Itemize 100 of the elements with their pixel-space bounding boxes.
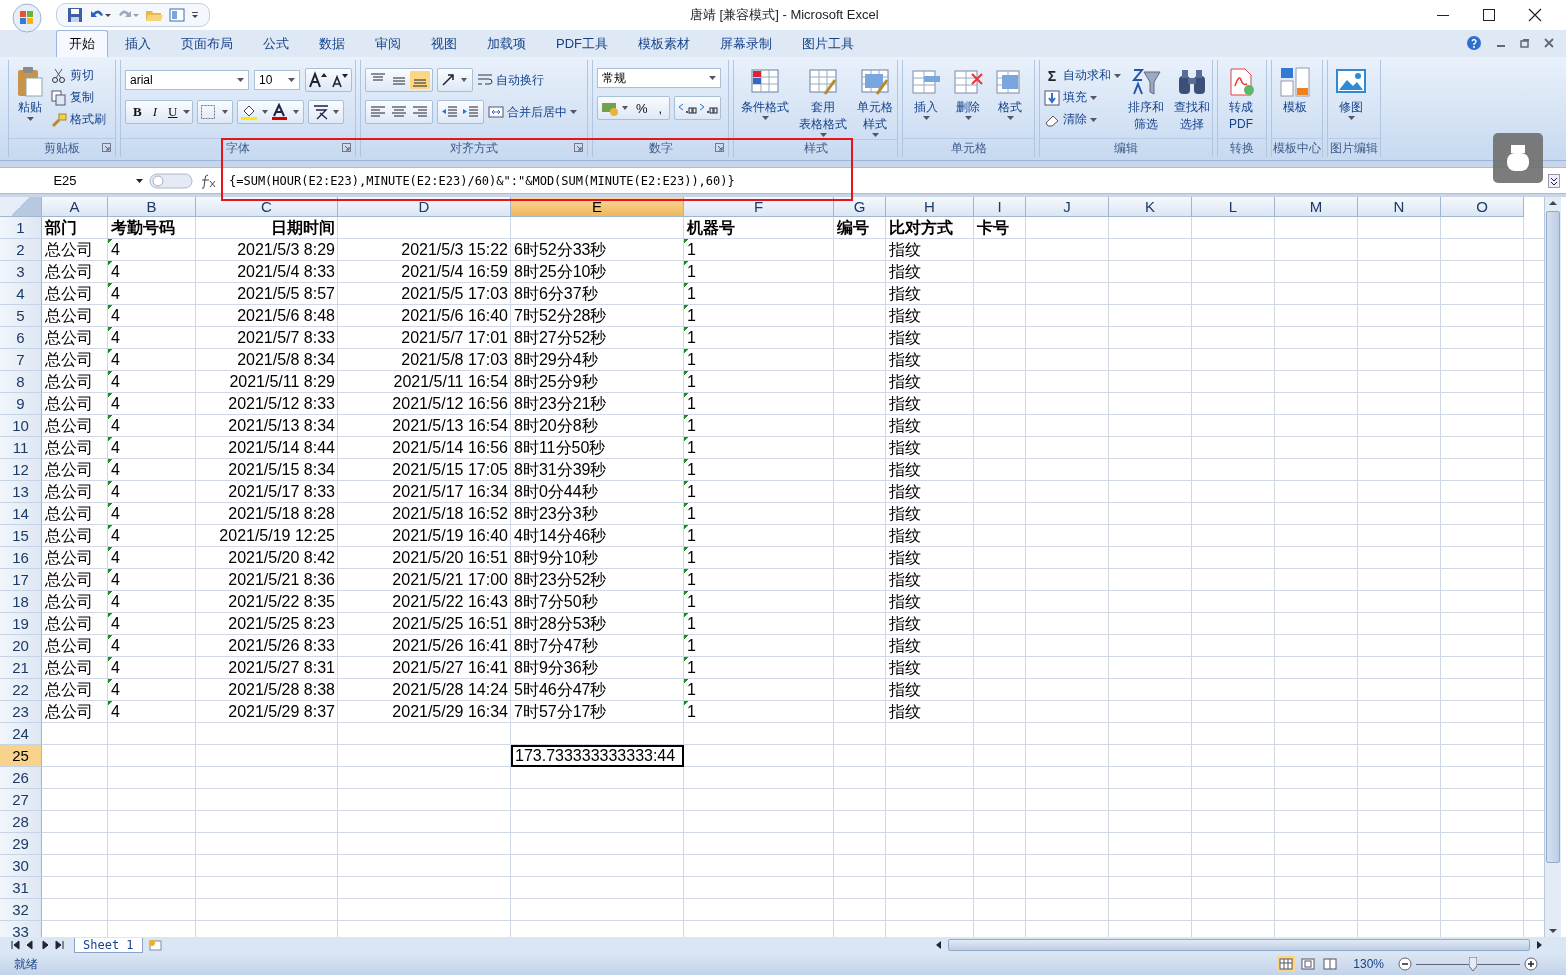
horizontal-scrollbar[interactable] — [934, 939, 1544, 951]
font-grow-icon[interactable] — [308, 71, 328, 89]
ribbon-small-button[interactable]: 填充 — [1044, 88, 1121, 107]
row-header[interactable]: 22 — [0, 679, 42, 701]
ribbon-tab[interactable]: 视图 — [418, 30, 470, 57]
ribbon-large-button[interactable]: 排序和 筛选 — [1125, 64, 1167, 134]
zoom-out-icon[interactable] — [1398, 957, 1412, 971]
phonetic-guide-icon[interactable] — [311, 103, 342, 121]
column-header[interactable]: O — [1441, 197, 1524, 217]
format-button[interactable]: U — [163, 102, 183, 122]
column-header[interactable]: K — [1109, 197, 1192, 217]
align-bottom-icon[interactable] — [410, 71, 430, 89]
zoom-in-icon[interactable] — [1524, 957, 1538, 971]
picture-edit-button[interactable]: 修图 — [1332, 64, 1370, 122]
active-cell[interactable]: 173.733333333333:44 — [511, 745, 684, 767]
row-header[interactable]: 2 — [0, 239, 42, 261]
font-size-field[interactable]: 10 — [254, 70, 300, 90]
expand-icon[interactable] — [1548, 173, 1560, 188]
page-break-icon[interactable] — [1321, 956, 1340, 972]
scroll-right-icon[interactable] — [1534, 940, 1544, 950]
ribbon-tab[interactable]: 屏幕录制 — [707, 30, 785, 57]
row-header[interactable]: 31 — [0, 877, 42, 899]
dialog-launcher-icon[interactable] — [574, 143, 583, 152]
column-header[interactable]: F — [684, 197, 834, 217]
maximize-icon[interactable] — [1482, 8, 1496, 22]
row-header[interactable]: 25 — [0, 745, 42, 767]
column-header[interactable]: L — [1192, 197, 1275, 217]
row-header[interactable]: 19 — [0, 613, 42, 635]
row-header[interactable]: 17 — [0, 569, 42, 591]
row-header[interactable]: 11 — [0, 437, 42, 459]
row-header[interactable]: 29 — [0, 833, 42, 855]
ribbon-tab[interactable]: 开始 — [56, 30, 108, 57]
row-header[interactable]: 24 — [0, 723, 42, 745]
ribbon-large-button[interactable]: 删除 — [949, 64, 987, 122]
close-icon[interactable] — [1528, 8, 1542, 22]
template-button[interactable]: 模板 — [1276, 64, 1314, 117]
paste-button[interactable]: 粘贴 — [13, 64, 47, 123]
column-header[interactable]: D — [338, 197, 511, 217]
ribbon-tab[interactable]: 图片工具 — [789, 30, 867, 57]
row-header[interactable]: 28 — [0, 811, 42, 833]
ribbon-large-button[interactable]: 条件格式 — [738, 64, 792, 122]
column-header[interactable]: G — [834, 197, 886, 217]
customize-caret-icon[interactable] — [191, 10, 199, 20]
format-button[interactable]: B — [128, 102, 147, 122]
column-header[interactable]: I — [974, 197, 1026, 217]
row-header[interactable]: 4 — [0, 283, 42, 305]
row-header[interactable]: 15 — [0, 525, 42, 547]
row-header[interactable]: 27 — [0, 789, 42, 811]
dialog-launcher-icon[interactable] — [102, 143, 111, 152]
ribbon-large-button[interactable]: 格式 — [991, 64, 1029, 122]
floating-button[interactable] — [1493, 133, 1543, 183]
row-header[interactable]: 5 — [0, 305, 42, 327]
dialog-launcher-icon[interactable] — [715, 143, 724, 152]
formula-field[interactable]: {=SUM(HOUR(E2:E23),MINUTE(E2:E23)/60)&":"&MOD(SUM(MINUTE(E2:E23)),60)} — [225, 173, 735, 188]
row-header[interactable]: 10 — [0, 415, 42, 437]
ribbon-tab[interactable]: 加载项 — [474, 30, 539, 57]
help-icon[interactable] — [1466, 35, 1482, 51]
column-header[interactable]: E — [511, 197, 684, 217]
slider-thumb[interactable] — [1468, 957, 1477, 971]
name-box[interactable]: E25 — [0, 170, 130, 191]
ribbon-tab[interactable]: 审阅 — [362, 30, 414, 57]
normal-view-icon[interactable] — [1277, 956, 1296, 972]
column-header[interactable]: B — [108, 197, 196, 217]
row-header[interactable]: 23 — [0, 701, 42, 723]
format-button[interactable]: I — [147, 102, 162, 122]
row-header[interactable]: 21 — [0, 657, 42, 679]
fill-color-icon[interactable] — [240, 103, 271, 121]
number-style-button[interactable]: , — [653, 98, 668, 118]
column-header[interactable]: H — [886, 197, 974, 217]
row-header[interactable]: 30 — [0, 855, 42, 877]
save-icon[interactable] — [67, 7, 83, 23]
row-header[interactable]: 7 — [0, 349, 42, 371]
column-header[interactable]: M — [1275, 197, 1358, 217]
ribbon-small-button[interactable]: 复制 — [51, 88, 106, 107]
row-header[interactable]: 18 — [0, 591, 42, 613]
merge-center-button[interactable]: 合并后居中 — [488, 102, 577, 122]
ribbon-tab[interactable]: 模板素材 — [625, 30, 703, 57]
ribbon-small-button[interactable]: 清除 — [1044, 110, 1121, 129]
row-header[interactable]: 13 — [0, 481, 42, 503]
row-header[interactable]: 14 — [0, 503, 42, 525]
row-header[interactable]: 3 — [0, 261, 42, 283]
ribbon-tab[interactable]: 公式 — [250, 30, 302, 57]
ribbon-tab[interactable]: 数据 — [306, 30, 358, 57]
scroll-left-icon[interactable] — [934, 940, 944, 950]
ribbon-large-button[interactable]: 套用 表格格式 — [796, 64, 850, 139]
ribbon-tab[interactable]: PDF工具 — [543, 30, 621, 57]
zoom-level[interactable]: 130% — [1353, 957, 1384, 971]
ribbon-tab[interactable]: 页面布局 — [168, 30, 246, 57]
row-header[interactable]: 26 — [0, 767, 42, 789]
ribbon-small-button[interactable]: 格式刷 — [51, 110, 106, 129]
column-header[interactable]: A — [42, 197, 108, 217]
row-header[interactable]: 6 — [0, 327, 42, 349]
dropdown-caret-icon[interactable] — [136, 178, 143, 183]
column-header[interactable]: J — [1026, 197, 1109, 217]
row-header[interactable]: 16 — [0, 547, 42, 569]
row-header[interactable]: 8 — [0, 371, 42, 393]
vertical-scrollbar[interactable] — [1544, 197, 1561, 937]
office-button[interactable] — [10, 1, 44, 35]
row-header[interactable]: 33 — [0, 921, 42, 937]
convert-pdf-button[interactable]: 转成 PDF — [1222, 64, 1260, 134]
